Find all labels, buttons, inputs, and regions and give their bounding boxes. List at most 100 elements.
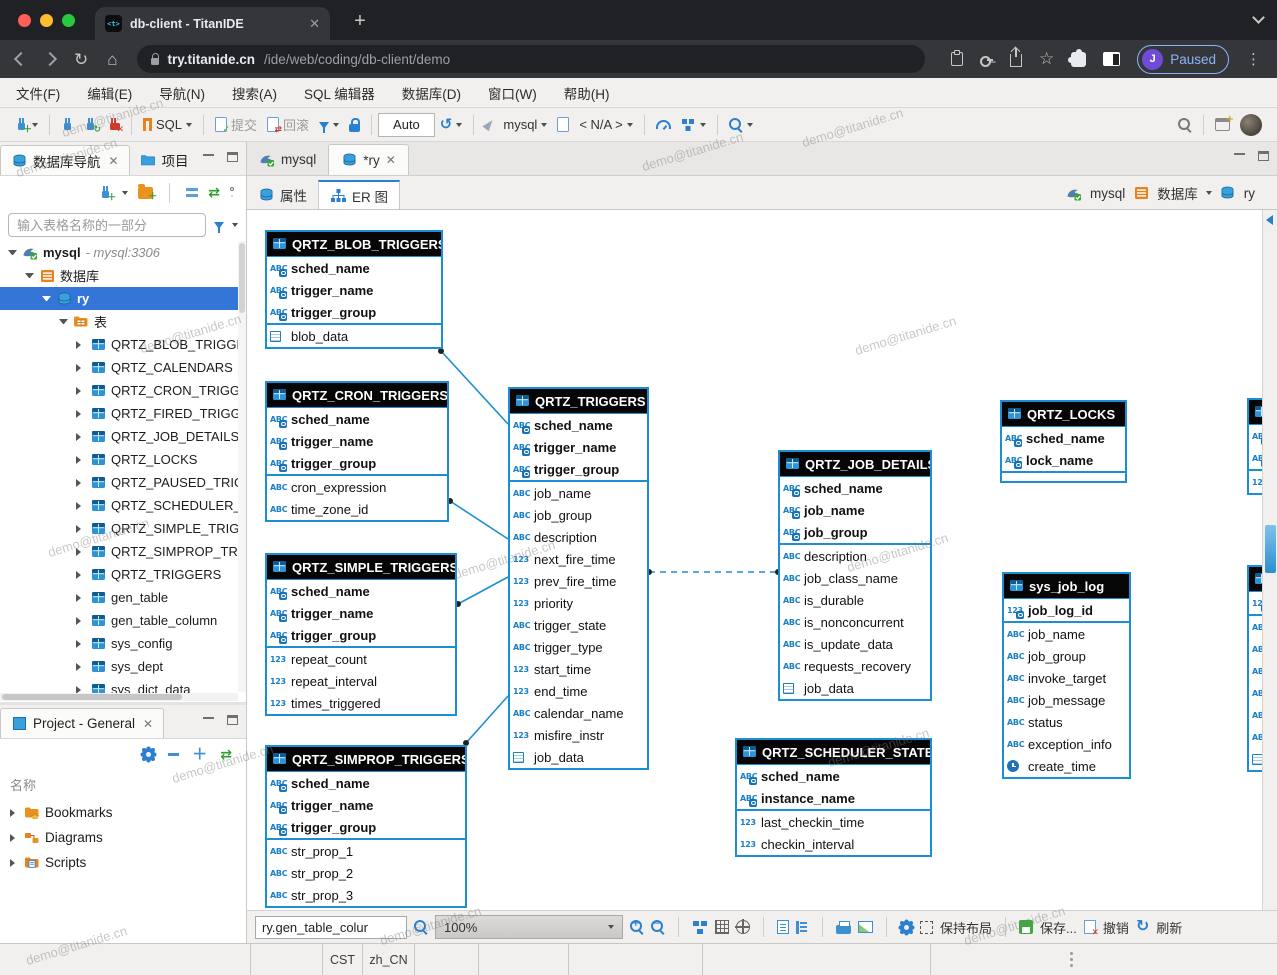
tree-item-qrtz_paused_trigger_grps[interactable]: QRTZ_PAUSED_TRIGGER_GRPS (0, 471, 246, 494)
er-entity-qrtz_simple_triggers[interactable]: QRTZ_SIMPLE_TRIGGERSABCsched_nameABCtrig… (265, 553, 457, 716)
entity-diagram-icon[interactable] (693, 921, 699, 926)
er-column[interactable]: ABClock_name (1002, 449, 1125, 471)
er-entity-header[interactable]: QRTZ_SCHEDULER_STATE (737, 740, 930, 765)
menu-item[interactable]: 窗口(W) (488, 83, 537, 103)
er-column[interactable]: ABCjob_name (780, 499, 930, 521)
profile-button[interactable]: J Paused (1137, 45, 1229, 74)
catalog-button[interactable] (552, 112, 574, 138)
tree-item-qrtz_simprop_triggers[interactable]: QRTZ_SIMPROP_TRIGGERS (0, 540, 246, 563)
close-tab-icon[interactable]: ✕ (309, 16, 320, 32)
refresh-icon[interactable]: ↻ (1136, 919, 1149, 935)
tree-item-qrtz_calendars[interactable]: QRTZ_CALENDARS (0, 356, 246, 379)
tree-item-qrtz_blob_triggers[interactable]: QRTZ_BLOB_TRIGGERS (0, 333, 246, 356)
grid-toggle-icon[interactable] (715, 920, 729, 934)
tree-item-qrtz_fired_triggers[interactable]: QRTZ_FIRED_TRIGGERS (0, 402, 246, 425)
er-entity-qrtz_scheduler_state[interactable]: QRTZ_SCHEDULER_STATEABCsched_nameABCinst… (735, 738, 932, 857)
maximize-panel-icon[interactable] (227, 715, 238, 725)
er-column[interactable]: 123misfire_instr (510, 724, 647, 746)
er-column[interactable]: ABCrequests_recovery (780, 655, 930, 677)
er-column[interactable]: ABCtrigger_name (267, 430, 447, 452)
select-frame-icon[interactable] (920, 921, 933, 934)
chevron-down-icon[interactable] (122, 191, 128, 195)
minimize-panel-icon[interactable] (203, 152, 214, 156)
expander-icon[interactable] (76, 571, 85, 579)
expand-icon[interactable]: ＋ (192, 749, 207, 759)
er-entity-qrtz_cron_triggers[interactable]: QRTZ_CRON_TRIGGERSABCsched_nameABCtrigge… (265, 381, 449, 522)
canvas-vertical-scrollbar[interactable] (1262, 210, 1277, 910)
maximize-panel-icon[interactable] (227, 152, 238, 162)
tab-project-general[interactable]: Project - General✕ (0, 708, 164, 738)
er-column[interactable]: ABCexception_info (1004, 733, 1129, 755)
rollback-button[interactable]: ⇄回滚 (262, 112, 314, 138)
menu-item[interactable]: 搜索(A) (232, 83, 277, 103)
expander-icon[interactable] (76, 387, 85, 395)
new-connection-button[interactable]: ＋ (10, 112, 43, 138)
expander-icon[interactable] (76, 548, 85, 556)
forward-icon[interactable] (43, 52, 57, 66)
expander-icon[interactable] (76, 594, 85, 602)
tree-item-gen_table_column[interactable]: gen_table_column (0, 609, 246, 632)
er-column[interactable]: ABCtrigger_state (510, 614, 647, 636)
zoom-select[interactable]: 100% (435, 915, 623, 939)
er-column[interactable]: ABCtrigger_type (510, 636, 647, 658)
expander-icon[interactable] (42, 296, 51, 301)
tree-item-ry[interactable]: ry (0, 287, 246, 310)
tree-item-qrtz_scheduler_state[interactable]: QRTZ_SCHEDULER_STATE (0, 494, 246, 517)
er-column[interactable]: ABCtrigger_name (267, 794, 465, 816)
er-column[interactable]: job_data (510, 746, 647, 768)
er-column[interactable]: 123start_time (510, 658, 647, 680)
pointer-button[interactable] (480, 112, 498, 138)
breadcrumb-connection[interactable]: mysql (1090, 186, 1125, 201)
open-perspective-button[interactable] (1210, 112, 1235, 138)
collapse-all-icon[interactable] (186, 188, 198, 191)
er-column[interactable]: ABCsched_name (267, 257, 441, 279)
er-column[interactable]: ABCjob_group (510, 504, 647, 526)
password-key-icon[interactable] (980, 53, 993, 66)
share-icon[interactable] (1010, 54, 1022, 67)
global-search-button[interactable] (1173, 112, 1197, 138)
bookmark-star-icon[interactable]: ☆ (1039, 49, 1054, 69)
er-column[interactable]: job_data (780, 677, 930, 699)
er-column[interactable]: 123repeat_count (267, 648, 455, 670)
expander-icon[interactable] (25, 273, 34, 278)
folder-new-icon[interactable]: ＋ (138, 187, 153, 199)
er-entity-qrtz_simprop_triggers[interactable]: QRTZ_SIMPROP_TRIGGERSABCsched_nameABCtri… (265, 745, 467, 908)
print-icon[interactable] (836, 925, 851, 934)
minimize-window-button[interactable] (40, 14, 53, 27)
browser-menu-icon[interactable]: ⋮ (1246, 50, 1261, 68)
reconnect-button[interactable]: ↻ (79, 112, 102, 138)
dashboard-button[interactable] (651, 112, 676, 138)
tree-horizontal-scrollbar[interactable] (0, 693, 238, 701)
menu-item[interactable]: SQL 编辑器 (304, 83, 375, 103)
er-column[interactable]: ABCjob_group (1004, 645, 1129, 667)
side-panel-icon[interactable] (1103, 52, 1120, 66)
reload-icon[interactable]: ↻ (74, 51, 88, 68)
diagram-search-input[interactable] (255, 916, 407, 939)
er-column[interactable]: ABCsched_name (510, 414, 647, 436)
er-column[interactable]: 123checkin_interval (737, 833, 930, 855)
er-entity-qrtz_locks[interactable]: QRTZ_LOCKSABCsched_nameABClock_name (1000, 400, 1127, 483)
connect-button[interactable] (56, 112, 79, 138)
er-column[interactable]: ABCinvoke_target (1004, 667, 1129, 689)
clipboard-icon[interactable] (951, 52, 963, 66)
search-tool-button[interactable] (724, 112, 758, 138)
menu-item[interactable]: 文件(F) (16, 83, 60, 103)
resize-handle-icon[interactable] (1070, 952, 1073, 955)
expander-icon[interactable] (76, 433, 85, 441)
er-column[interactable]: ABCtrigger_group (267, 301, 441, 323)
view-menu-icon[interactable] (230, 187, 234, 191)
er-entity-header[interactable]: QRTZ_CRON_TRIGGERS (267, 383, 447, 408)
tab-database-navigator[interactable]: 数据库导航✕ (0, 145, 130, 175)
er-column[interactable]: ABCis_nonconcurrent (780, 611, 930, 633)
schema-select[interactable]: < N/A > (574, 112, 637, 138)
tree-item-qrtz_locks[interactable]: QRTZ_LOCKS (0, 448, 246, 471)
breadcrumb-schema[interactable]: ry (1244, 186, 1255, 201)
expander-icon[interactable] (76, 502, 85, 510)
plug-new-icon[interactable]: ＋ (99, 186, 112, 200)
close-icon[interactable]: ✕ (143, 717, 153, 731)
transaction-log-button[interactable] (314, 112, 344, 138)
breadcrumb-database[interactable]: 数据库 (1157, 183, 1198, 203)
er-entity-header[interactable]: QRTZ_LOCKS (1002, 402, 1125, 427)
er-column[interactable]: ABCstr_prop_1 (267, 840, 465, 862)
tree-item-qrtz_simple_triggers[interactable]: QRTZ_SIMPLE_TRIGGERS (0, 517, 246, 540)
